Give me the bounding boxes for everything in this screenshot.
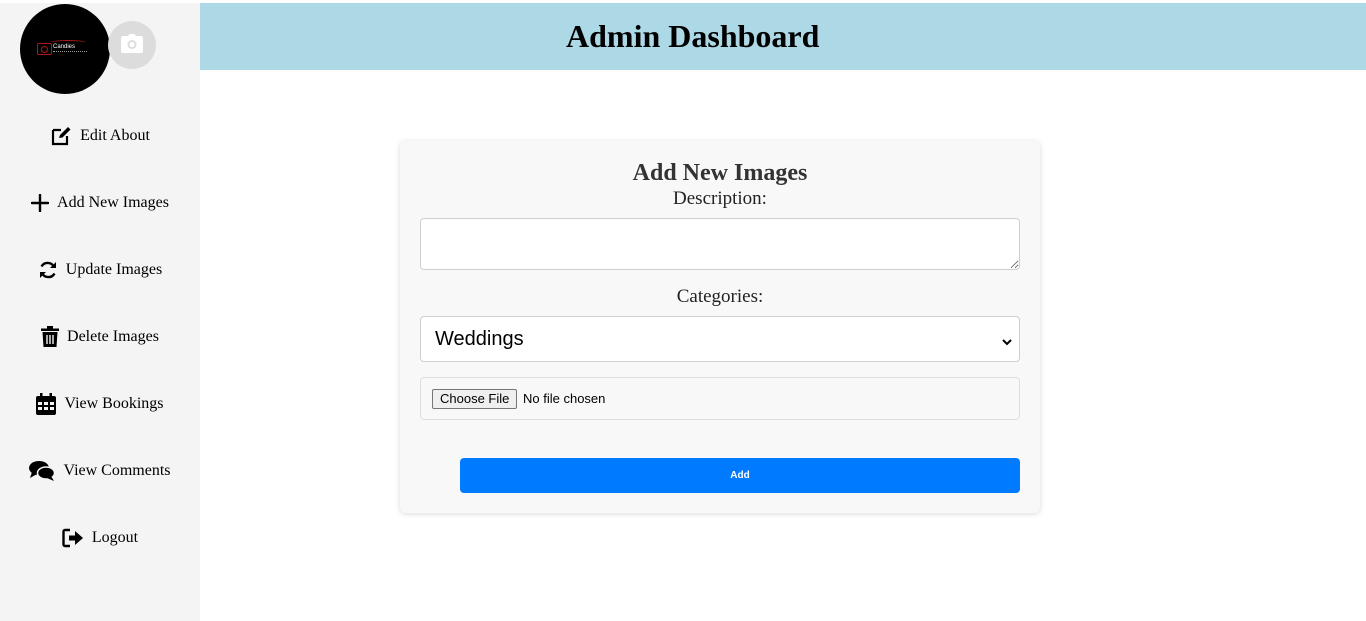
sidebar-item-label: Edit About: [80, 127, 150, 144]
refresh-icon: [38, 260, 58, 280]
logout-icon: [62, 528, 84, 548]
sidebar-item-add-new-images[interactable]: Add New Images: [0, 187, 200, 219]
header-bar: Admin Dashboard: [200, 3, 1366, 70]
file-upload-field: Choose File No file chosen: [420, 377, 1020, 420]
sidebar-item-label: Logout: [91, 529, 139, 546]
sidebar-item-label: Delete Images: [67, 328, 159, 345]
description-label: Description:: [673, 188, 767, 209]
chevron-down-icon: [1001, 334, 1013, 352]
sidebar-item-view-comments[interactable]: View Comments: [0, 455, 200, 487]
sidebar-item-view-bookings[interactable]: View Bookings: [0, 388, 200, 420]
add-button[interactable]: Add: [460, 458, 1020, 493]
profile-photo-button[interactable]: [108, 21, 156, 69]
sidebar: Candies Edit About Add New Images Update…: [0, 3, 200, 621]
page-title: Admin Dashboard: [566, 18, 820, 54]
sidebar-item-logout[interactable]: Logout: [0, 522, 200, 554]
sidebar-item-label: View Comments: [63, 462, 171, 479]
logo-text: Candies: [53, 44, 76, 50]
form-title: Add New Images: [632, 160, 808, 186]
brand-logo[interactable]: Candies: [20, 4, 110, 94]
calendar-icon: [36, 393, 57, 415]
comments-icon: [29, 460, 56, 482]
sidebar-item-delete-images[interactable]: Delete Images: [0, 321, 200, 353]
sidebar-item-edit-about[interactable]: Edit About: [0, 120, 200, 152]
trash-icon: [41, 326, 60, 348]
logo-subtext: [53, 51, 87, 53]
description-textarea[interactable]: [420, 218, 1020, 270]
camera-icon: [121, 34, 143, 53]
file-status-text: No file chosen: [523, 391, 606, 406]
categories-label: Categories:: [676, 286, 764, 307]
sidebar-item-update-images[interactable]: Update Images: [0, 254, 200, 286]
category-selected-value: Weddings: [435, 328, 524, 350]
choose-file-button[interactable]: Choose File: [432, 389, 518, 409]
sidebar-item-label: Add New Images: [57, 194, 169, 211]
camera-logo-icon: [37, 43, 52, 55]
sidebar-item-label: View Bookings: [64, 395, 164, 412]
edit-icon: [50, 125, 72, 147]
category-select[interactable]: Weddings: [420, 316, 1020, 362]
sidebar-item-label: Update Images: [65, 261, 163, 278]
plus-icon: [31, 194, 50, 212]
